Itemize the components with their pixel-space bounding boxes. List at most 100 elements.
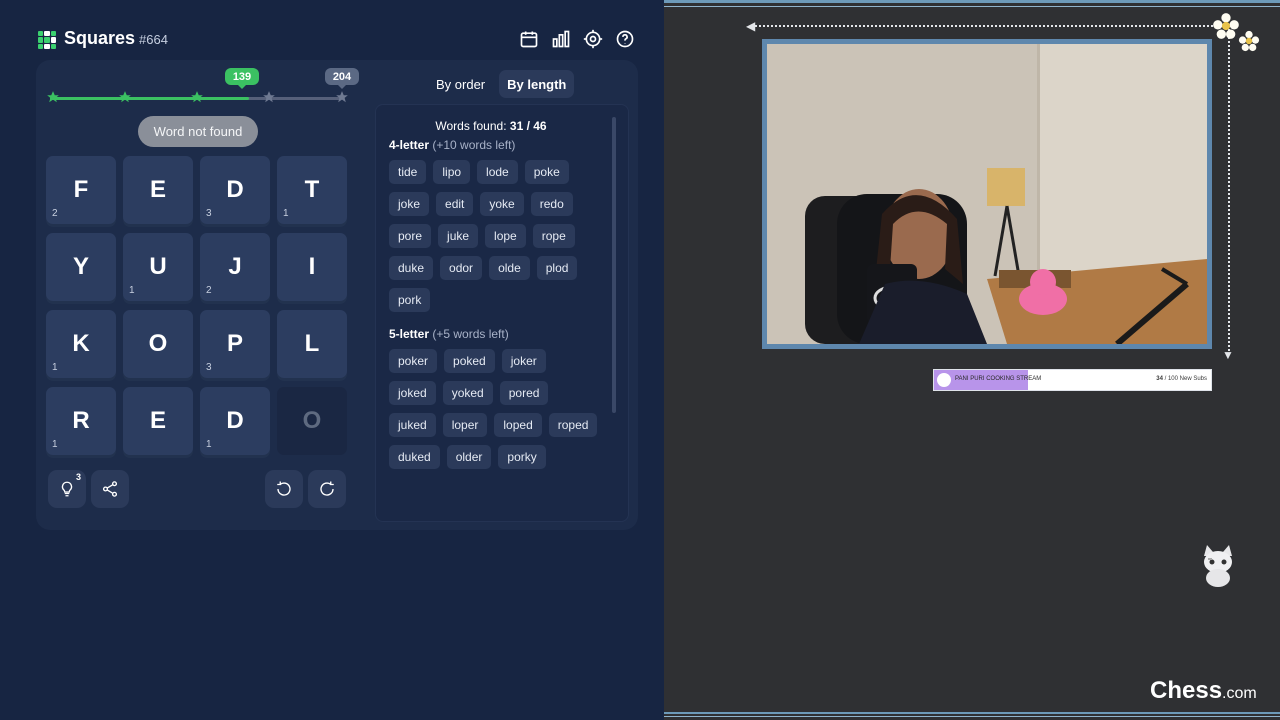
letter-tile[interactable]: Y xyxy=(46,233,116,301)
word-chip[interactable]: poked xyxy=(444,349,495,373)
help-icon[interactable] xyxy=(614,28,636,50)
game-title: Squares xyxy=(64,28,136,48)
sub-goal-current: 34 xyxy=(1156,376,1163,382)
word-chip[interactable]: loped xyxy=(494,413,542,437)
brand-name: Chess xyxy=(1150,677,1223,704)
word-chip[interactable]: poke xyxy=(524,160,569,184)
letter-tile[interactable]: U1 xyxy=(123,233,193,301)
word-chip[interactable]: tide xyxy=(389,160,427,184)
settings-icon[interactable] xyxy=(582,28,604,50)
word-chip[interactable]: joker xyxy=(501,349,546,373)
four-letter-words: tide lipo lode poke joke edit yoke redo pore juke… xyxy=(389,160,599,312)
progress-fill xyxy=(50,97,249,100)
word-chip[interactable]: duke xyxy=(389,256,434,280)
word-chip[interactable]: pore xyxy=(389,224,432,248)
cat-mascot-icon xyxy=(1204,545,1232,587)
word-chip[interactable]: loper xyxy=(442,413,488,437)
letter-tile[interactable]: I xyxy=(277,233,347,301)
tile-count: 1 xyxy=(206,439,212,450)
letter-tile[interactable]: D3 xyxy=(200,156,270,224)
tile-count: 1 xyxy=(52,439,58,450)
letter-tile[interactable]: D1 xyxy=(200,387,270,455)
word-chip[interactable]: edit xyxy=(436,192,474,216)
five-letter-left: (+5 words left) xyxy=(432,327,509,341)
webcam-frame xyxy=(762,39,1212,349)
letter-tile[interactable]: T1 xyxy=(277,156,347,224)
share-button[interactable] xyxy=(91,470,129,508)
tile-letter: E xyxy=(149,407,166,434)
sub-goal-icon xyxy=(937,373,951,387)
tile-count: 1 xyxy=(129,285,135,296)
five-letter-words: poker poked joker joked yoked pored juked loper… xyxy=(389,349,599,469)
puzzle-number: #664 xyxy=(139,32,168,47)
tile-count: 1 xyxy=(52,362,58,373)
star-icon xyxy=(336,91,348,103)
star-icon xyxy=(191,91,203,103)
webcam-scene xyxy=(767,44,1207,344)
squares-logo-icon xyxy=(38,31,56,49)
word-chip[interactable]: odor xyxy=(440,256,483,280)
bottom-border-line-thin xyxy=(664,716,1280,717)
word-not-found-toast: Word not found xyxy=(138,116,258,147)
calendar-icon[interactable] xyxy=(518,28,540,50)
word-chip[interactable]: lode xyxy=(477,160,518,184)
letter-tile[interactable]: L xyxy=(277,310,347,378)
stats-icon[interactable] xyxy=(550,28,572,50)
word-chip[interactable]: joke xyxy=(389,192,430,216)
letter-tile[interactable]: E xyxy=(123,156,193,224)
word-chip[interactable]: yoked xyxy=(442,381,493,405)
tile-count: 2 xyxy=(206,285,212,296)
word-chip[interactable]: redo xyxy=(530,192,573,216)
sub-goal-rest: / 100 New Subs xyxy=(1164,376,1207,382)
four-letter-header: 4-letter (+10 words left) xyxy=(389,138,515,152)
word-chip[interactable]: duked xyxy=(389,445,440,469)
hint-count: 3 xyxy=(76,472,82,482)
word-chip[interactable]: pored xyxy=(499,381,549,405)
word-chip[interactable]: lope xyxy=(485,224,526,248)
word-list-scrollbar[interactable] xyxy=(612,117,616,413)
star-icon xyxy=(47,91,59,103)
sub-goal-count: 34 / 100 New Subs xyxy=(1156,376,1207,382)
score-progress-bar: 139 204 xyxy=(47,68,359,103)
current-score-badge: 139 xyxy=(225,68,259,89)
share-icon xyxy=(102,481,118,497)
letter-tile[interactable]: P3 xyxy=(200,310,270,378)
letter-tile[interactable]: O xyxy=(123,310,193,378)
arrow-down-icon: ▼ xyxy=(1222,348,1234,362)
letter-tile[interactable]: O xyxy=(277,387,347,455)
rotate-left-button[interactable] xyxy=(265,470,303,508)
word-chip[interactable]: lipo xyxy=(433,160,471,184)
word-chip[interactable]: juke xyxy=(438,224,479,248)
word-chip[interactable]: roped xyxy=(548,413,598,437)
word-chip[interactable]: rope xyxy=(532,224,575,248)
words-found-label: Words found: xyxy=(435,119,507,133)
word-chip[interactable]: porky xyxy=(498,445,546,469)
word-chip[interactable]: yoke xyxy=(480,192,524,216)
rotate-right-button[interactable] xyxy=(308,470,346,508)
five-letter-title: 5-letter xyxy=(389,327,430,341)
tab-by-order[interactable]: By order xyxy=(428,70,493,98)
webcam-feed xyxy=(767,44,1207,344)
sub-goal-label: PANI PURI COOKING STREAM xyxy=(955,376,1042,382)
game-panel: Squares #664 139 204 Word not found F 2 … xyxy=(0,0,664,720)
letter-tile[interactable]: K1 xyxy=(46,310,116,378)
letter-grid: F2 E D3T1 Y U1J2 I K1 O P3 L R1 E D1 O xyxy=(46,156,350,460)
tab-by-length[interactable]: By length xyxy=(499,70,575,98)
letter-tile[interactable]: R1 xyxy=(46,387,116,455)
word-chip[interactable]: pork xyxy=(389,288,431,312)
word-chip[interactable]: olde xyxy=(489,256,530,280)
word-chip[interactable]: joked xyxy=(389,381,436,405)
word-chip[interactable]: juked xyxy=(389,413,436,437)
word-chip[interactable]: plod xyxy=(536,256,578,280)
word-chip[interactable]: older xyxy=(446,445,492,469)
letter-tile[interactable]: F2 xyxy=(46,156,116,224)
letter-tile[interactable]: E xyxy=(123,387,193,455)
letter-tile[interactable]: J2 xyxy=(200,233,270,301)
star-icon xyxy=(263,91,275,103)
words-found-summary: Words found: 31 / 46 xyxy=(376,119,606,133)
flower-icon xyxy=(1213,13,1239,39)
dotted-frame-right xyxy=(1228,25,1230,355)
word-chip[interactable]: poker xyxy=(389,349,438,373)
tile-count: 1 xyxy=(283,208,289,219)
tile-letter: Y xyxy=(72,253,89,280)
